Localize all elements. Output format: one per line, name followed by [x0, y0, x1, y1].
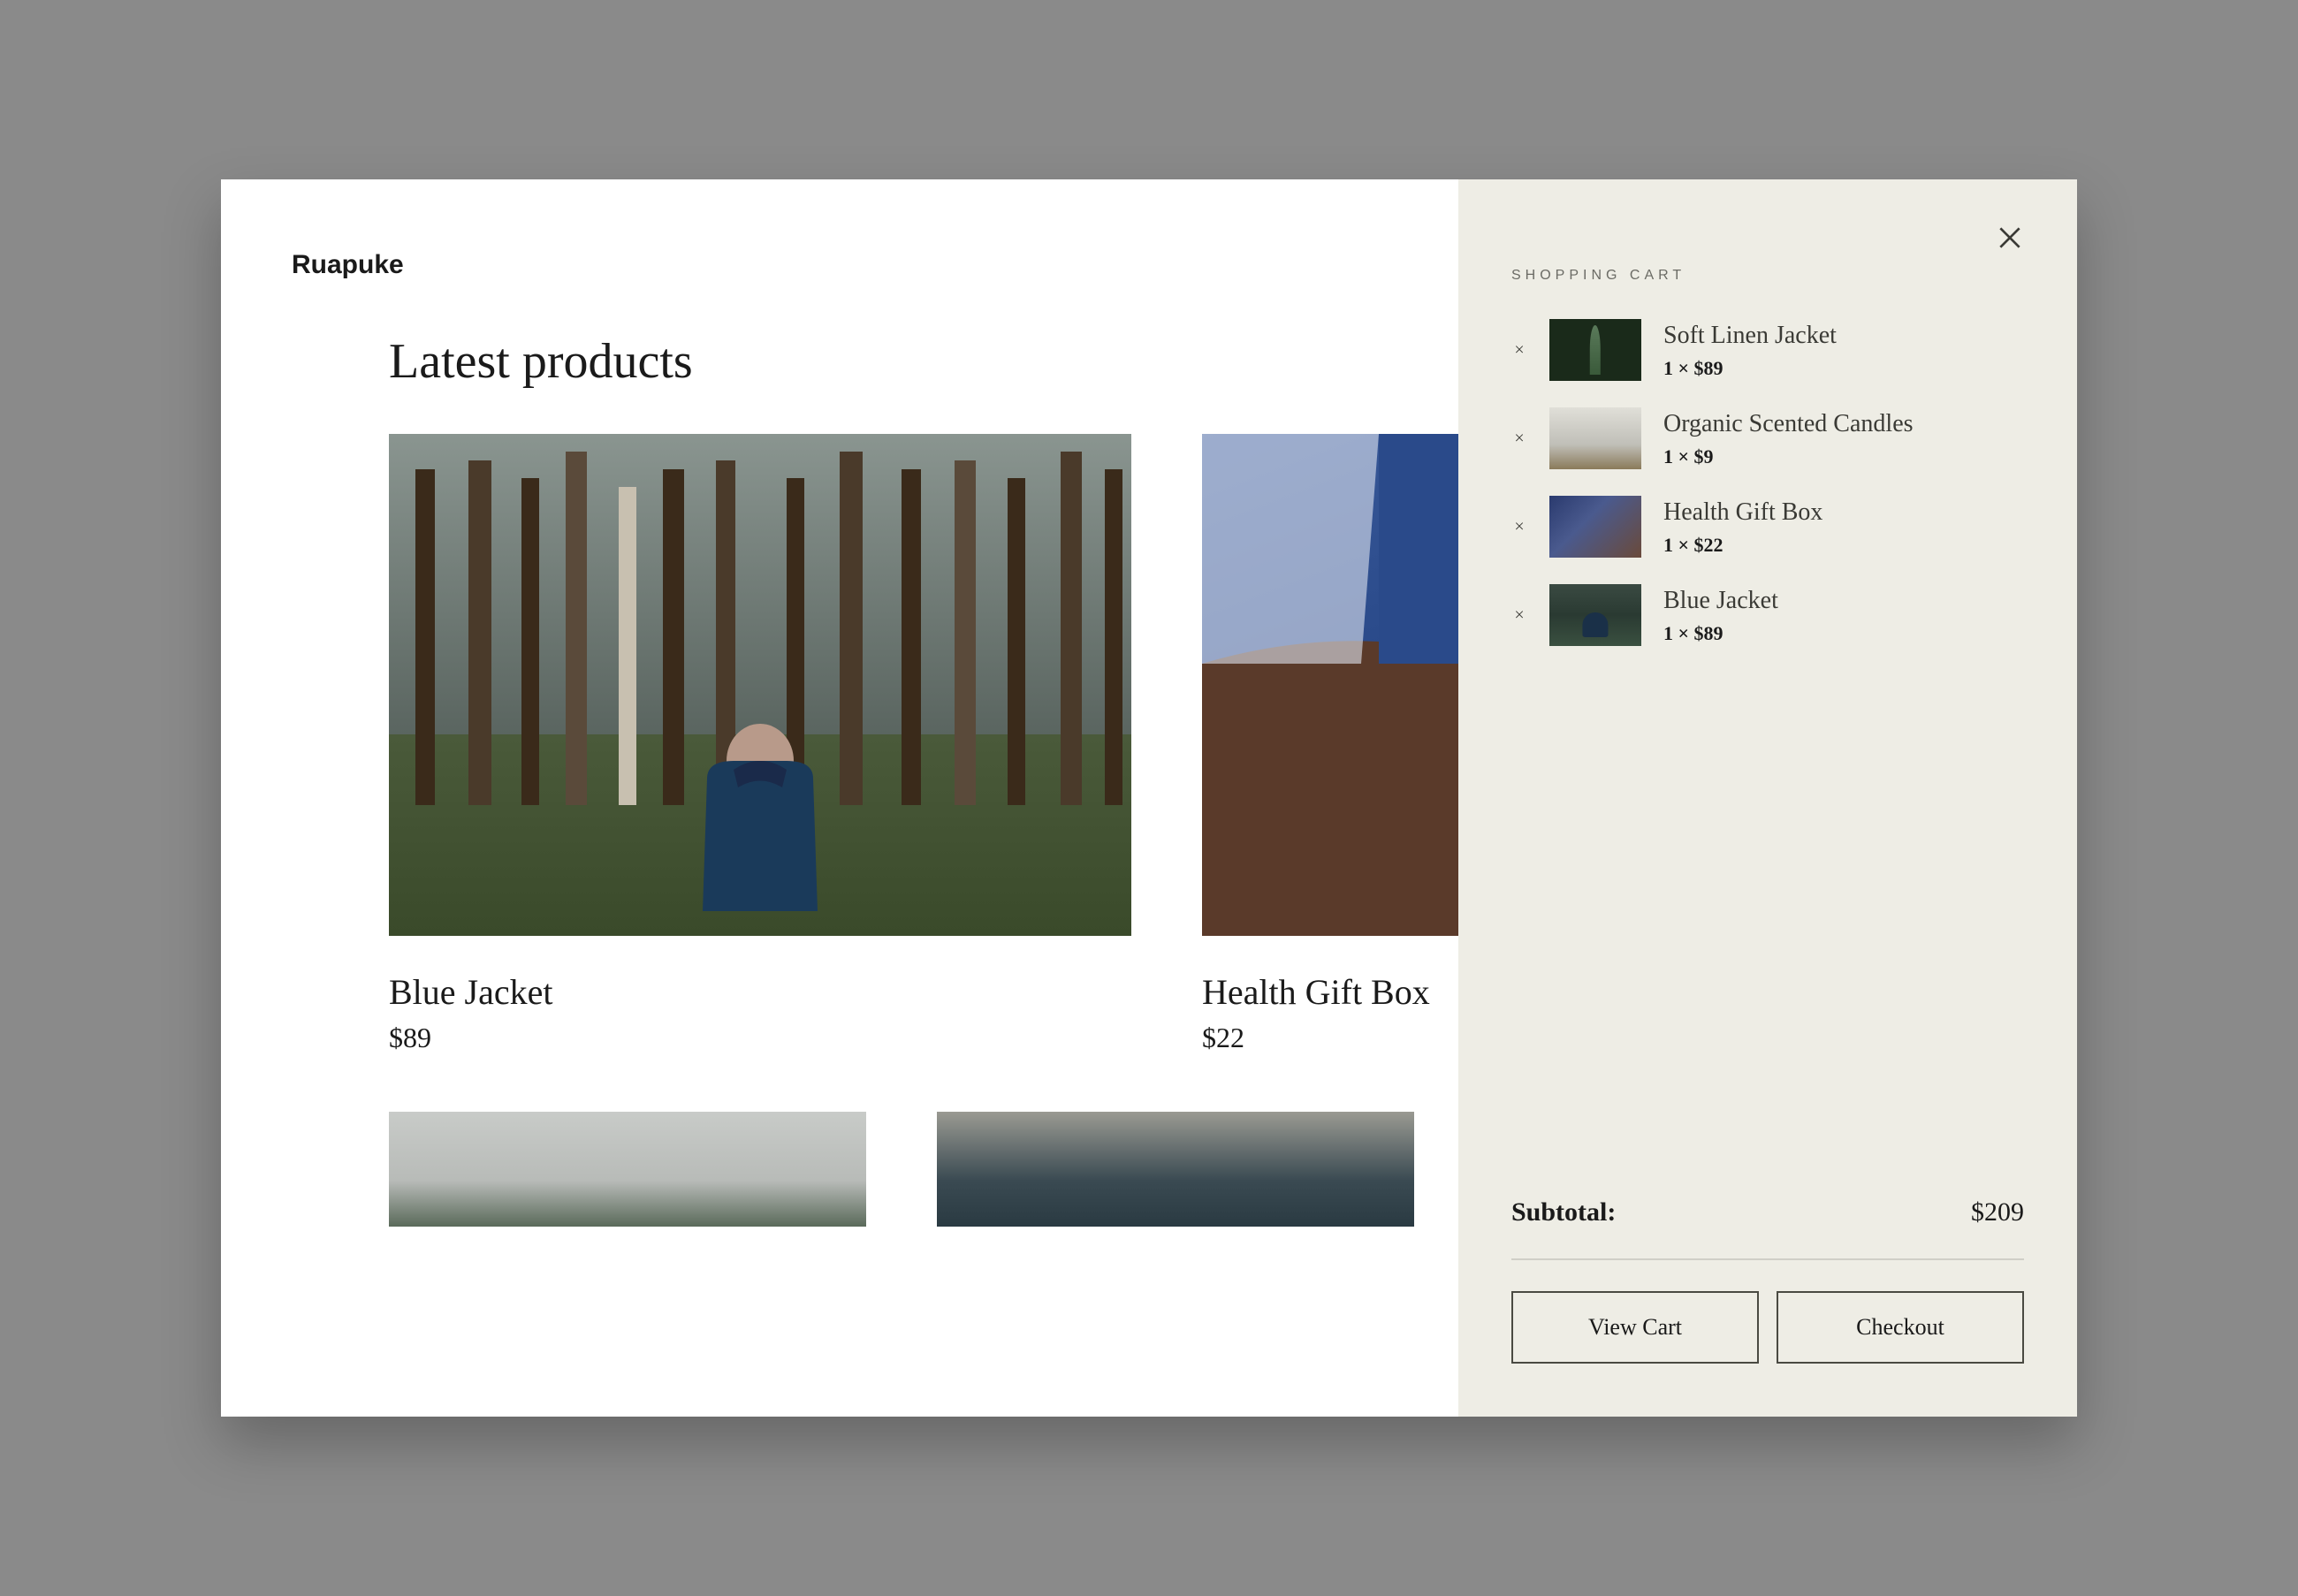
- brand-logo[interactable]: Ruapuke: [292, 250, 1414, 280]
- subtotal-amount: $209: [1971, 1197, 2024, 1227]
- cart-item-name[interactable]: Blue Jacket: [1663, 585, 2024, 617]
- close-icon[interactable]: [1996, 224, 2024, 252]
- main-content: Ruapuke Latest products: [221, 179, 1458, 1417]
- cart-item-name[interactable]: Health Gift Box: [1663, 497, 2024, 528]
- cart-item-qty-price: 1 × $89: [1663, 622, 2024, 645]
- app-window: Ruapuke Latest products: [221, 179, 2077, 1417]
- cart-item-thumbnail[interactable]: [1549, 496, 1641, 558]
- product-grid: Blue Jacket $89: [389, 434, 1414, 1054]
- subtotal-row: Subtotal: $209: [1511, 1197, 2024, 1260]
- product-card[interactable]: Health Gift Box $22: [1202, 434, 1458, 1054]
- product-card[interactable]: Blue Jacket $89: [389, 434, 1131, 1054]
- cart-item: × Health Gift Box 1 × $22: [1511, 496, 2024, 558]
- product-grid-row-2: [389, 1112, 1414, 1262]
- product-image-tea: [1202, 434, 1458, 936]
- cart-item-info: Blue Jacket 1 × $89: [1663, 585, 2024, 645]
- subtotal-label: Subtotal:: [1511, 1197, 1616, 1227]
- cart-buttons: View Cart Checkout: [1511, 1291, 2024, 1364]
- cart-item-qty-price: 1 × $89: [1663, 357, 2024, 380]
- cart-item-info: Soft Linen Jacket 1 × $89: [1663, 320, 2024, 380]
- cart-item: × Blue Jacket 1 × $89: [1511, 584, 2024, 646]
- cart-item-thumbnail[interactable]: [1549, 584, 1641, 646]
- cart-item-qty-price: 1 × $9: [1663, 445, 2024, 468]
- shopping-cart-panel: SHOPPING CART × Soft Linen Jacket 1 × $8…: [1458, 179, 2077, 1417]
- product-image-forest: [389, 434, 1131, 936]
- product-name: Blue Jacket: [389, 971, 1131, 1013]
- cart-item-qty-price: 1 × $22: [1663, 534, 2024, 557]
- product-name: Health Gift Box: [1202, 971, 1458, 1013]
- cart-item-info: Organic Scented Candles 1 × $9: [1663, 408, 2024, 468]
- product-price: $89: [389, 1022, 1131, 1054]
- cart-items-list: × Soft Linen Jacket 1 × $89 × Organic Sc…: [1511, 319, 2024, 646]
- cart-footer: Subtotal: $209 View Cart Checkout: [1511, 1197, 2024, 1364]
- view-cart-button[interactable]: View Cart: [1511, 1291, 1759, 1364]
- page-title: Latest products: [389, 333, 1414, 390]
- cart-item-name[interactable]: Organic Scented Candles: [1663, 408, 2024, 440]
- product-image-partial[interactable]: [937, 1112, 1414, 1227]
- remove-item-icon[interactable]: ×: [1511, 605, 1527, 626]
- product-price: $22: [1202, 1022, 1458, 1054]
- checkout-button[interactable]: Checkout: [1777, 1291, 2024, 1364]
- remove-item-icon[interactable]: ×: [1511, 340, 1527, 361]
- remove-item-icon[interactable]: ×: [1511, 517, 1527, 537]
- cart-item: × Soft Linen Jacket 1 × $89: [1511, 319, 2024, 381]
- cart-item-info: Health Gift Box 1 × $22: [1663, 497, 2024, 557]
- remove-item-icon[interactable]: ×: [1511, 429, 1527, 449]
- cart-item-thumbnail[interactable]: [1549, 319, 1641, 381]
- product-image-partial[interactable]: [389, 1112, 866, 1227]
- cart-item-thumbnail[interactable]: [1549, 407, 1641, 469]
- cart-item: × Organic Scented Candles 1 × $9: [1511, 407, 2024, 469]
- cart-item-name[interactable]: Soft Linen Jacket: [1663, 320, 2024, 352]
- cart-heading: SHOPPING CART: [1511, 268, 2024, 284]
